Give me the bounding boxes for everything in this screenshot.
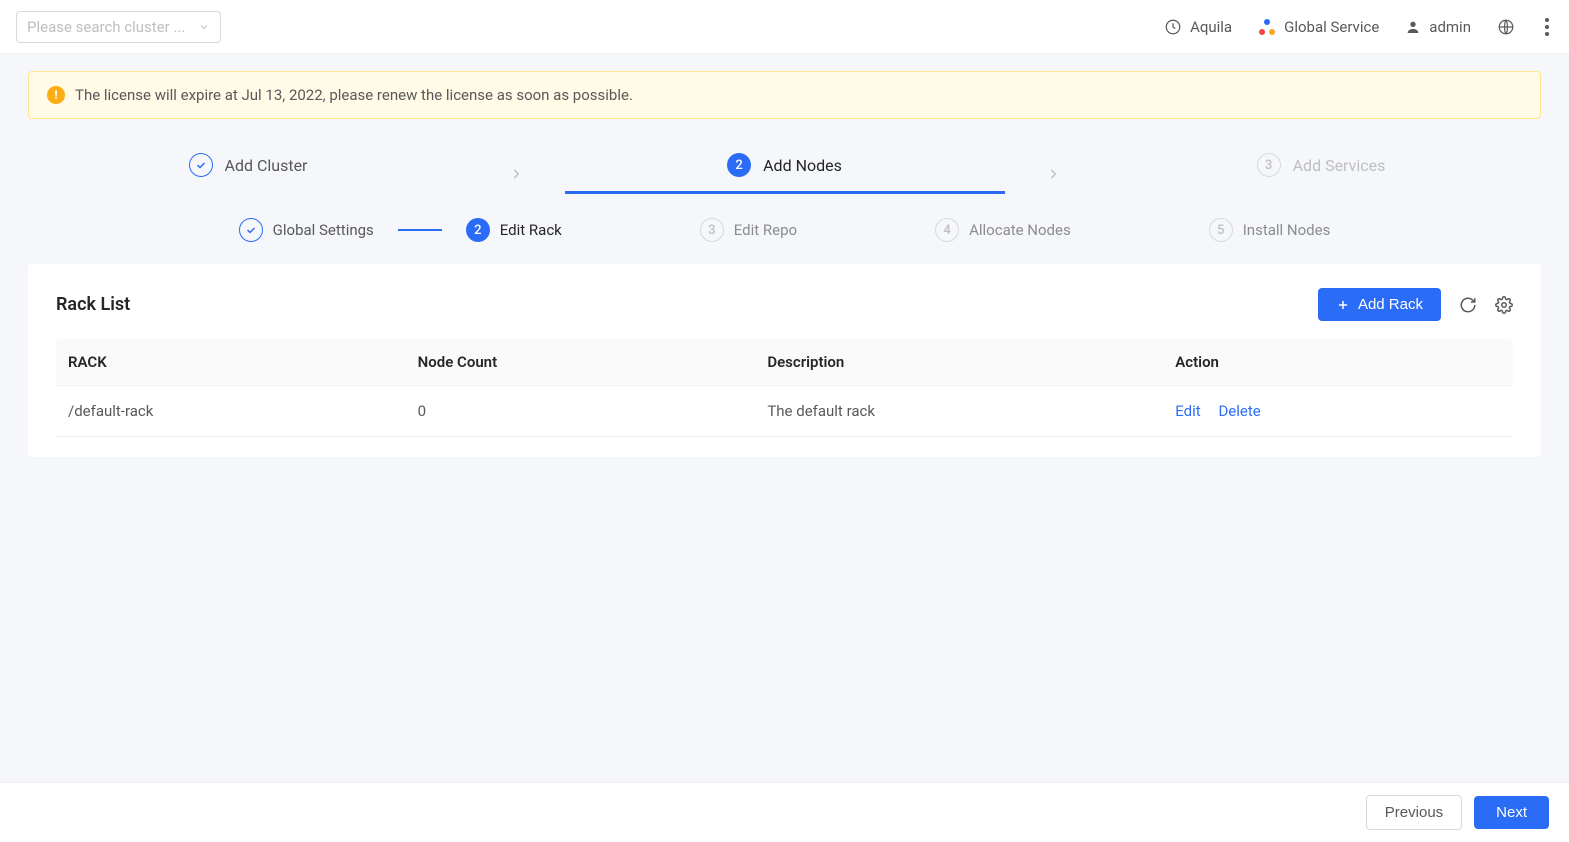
- cluster-search-select[interactable]: Please search cluster ...: [16, 11, 221, 43]
- cell-rack: /default-rack: [56, 386, 406, 437]
- card-title: Rack List: [56, 294, 130, 315]
- check-icon: [189, 153, 213, 177]
- major-step-label: Add Nodes: [763, 156, 842, 175]
- nav-aquila[interactable]: Aquila: [1164, 18, 1232, 36]
- step-number-icon: 3: [1257, 153, 1281, 177]
- global-service-icon: [1258, 18, 1276, 36]
- add-rack-button[interactable]: Add Rack: [1318, 288, 1441, 321]
- globe-icon: [1497, 18, 1515, 36]
- rack-list-card: Rack List Add Rack RACK Node Count: [28, 264, 1541, 457]
- license-alert: ! The license will expire at Jul 13, 202…: [28, 71, 1541, 119]
- col-description: Description: [755, 339, 1163, 386]
- table-header-row: RACK Node Count Description Action: [56, 339, 1513, 386]
- major-steps: Add Cluster 2 Add Nodes 3 Add Services: [28, 141, 1541, 194]
- chevron-right-icon: [1045, 165, 1062, 183]
- check-icon: [239, 218, 263, 242]
- col-action: Action: [1163, 339, 1513, 386]
- cell-description: The default rack: [755, 386, 1163, 437]
- sub-step-label: Install Nodes: [1243, 221, 1331, 239]
- chevron-right-icon: [508, 165, 525, 183]
- rack-table: RACK Node Count Description Action /defa…: [56, 339, 1513, 437]
- sub-step-edit-rack[interactable]: 2 Edit Rack: [466, 218, 562, 242]
- sub-step-edit-repo[interactable]: 3 Edit Repo: [700, 218, 797, 242]
- card-header: Rack List Add Rack: [56, 288, 1513, 321]
- sub-step-label: Allocate Nodes: [969, 221, 1071, 239]
- nav-language[interactable]: [1497, 18, 1515, 36]
- step-number-icon: 3: [700, 218, 724, 242]
- nav-user[interactable]: admin: [1405, 18, 1471, 36]
- previous-button[interactable]: Previous: [1366, 795, 1462, 830]
- delete-link[interactable]: Delete: [1218, 402, 1260, 420]
- kebab-dot-icon: [1545, 25, 1549, 29]
- card-actions: Add Rack: [1318, 288, 1513, 321]
- alert-text: The license will expire at Jul 13, 2022,…: [75, 86, 633, 104]
- sub-step-label: Edit Repo: [734, 221, 797, 239]
- major-step-add-nodes[interactable]: 2 Add Nodes: [565, 153, 1005, 194]
- settings-button[interactable]: [1495, 296, 1513, 314]
- nav-user-label: admin: [1429, 18, 1471, 36]
- major-step-label: Add Cluster: [225, 156, 308, 175]
- add-rack-label: Add Rack: [1358, 296, 1423, 313]
- kebab-dot-icon: [1545, 32, 1549, 36]
- top-bar: Please search cluster ... Aquila Global …: [0, 0, 1569, 54]
- major-step-add-services[interactable]: 3 Add Services: [1101, 153, 1541, 194]
- top-nav: Aquila Global Service admin: [1164, 14, 1553, 40]
- user-icon: [1405, 19, 1421, 35]
- table-row: /default-rack 0 The default rack Edit De…: [56, 386, 1513, 437]
- chevron-down-icon: [198, 21, 210, 33]
- step-connector: [398, 229, 442, 231]
- nav-global-service-label: Global Service: [1284, 18, 1379, 36]
- step-number-icon: 2: [466, 218, 490, 242]
- sub-step-allocate-nodes[interactable]: 4 Allocate Nodes: [935, 218, 1071, 242]
- kebab-dot-icon: [1545, 18, 1549, 22]
- sub-step-label: Global Settings: [273, 221, 374, 239]
- next-button[interactable]: Next: [1474, 796, 1549, 829]
- major-step-label: Add Services: [1293, 156, 1386, 175]
- more-menu-button[interactable]: [1541, 14, 1553, 40]
- step-number-icon: 2: [727, 153, 751, 177]
- refresh-button[interactable]: [1459, 296, 1477, 314]
- col-node-count: Node Count: [406, 339, 756, 386]
- nav-global-service[interactable]: Global Service: [1258, 18, 1379, 36]
- col-rack: RACK: [56, 339, 406, 386]
- cell-node-count: 0: [406, 386, 756, 437]
- nav-aquila-label: Aquila: [1190, 18, 1232, 36]
- gear-icon: [1495, 296, 1513, 314]
- step-number-icon: 5: [1209, 218, 1233, 242]
- major-step-add-cluster[interactable]: Add Cluster: [28, 153, 468, 194]
- warning-icon: !: [47, 86, 65, 104]
- edit-link[interactable]: Edit: [1175, 402, 1200, 420]
- page-body: ! The license will expire at Jul 13, 202…: [0, 54, 1569, 782]
- refresh-icon: [1459, 296, 1477, 314]
- sub-steps: Global Settings 2 Edit Rack 3 Edit Repo …: [28, 194, 1541, 264]
- step-number-icon: 4: [935, 218, 959, 242]
- sub-step-label: Edit Rack: [500, 221, 562, 239]
- footer-bar: Previous Next: [0, 782, 1569, 842]
- aquila-icon: [1164, 18, 1182, 36]
- sub-step-install-nodes[interactable]: 5 Install Nodes: [1209, 218, 1331, 242]
- plus-icon: [1336, 298, 1350, 312]
- search-placeholder: Please search cluster ...: [27, 18, 185, 36]
- cell-action: Edit Delete: [1163, 386, 1513, 437]
- sub-step-global-settings[interactable]: Global Settings: [239, 218, 374, 242]
